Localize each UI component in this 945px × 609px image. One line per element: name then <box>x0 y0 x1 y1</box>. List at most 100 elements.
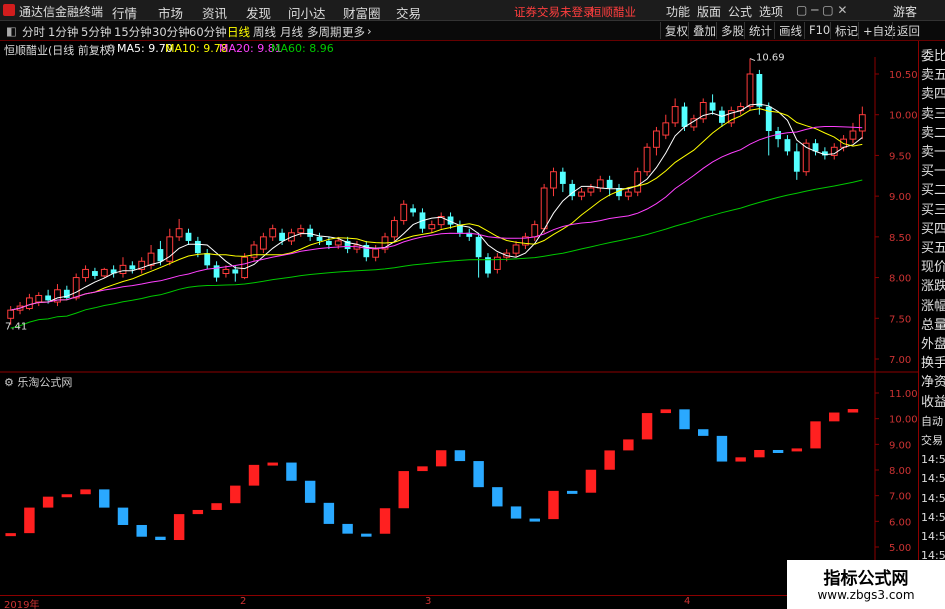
y-tick-label: 7.50 <box>889 314 911 325</box>
candle-body <box>157 249 164 262</box>
y-tick-label: 7.00 <box>889 355 911 366</box>
tab-1min[interactable]: 1分钟 <box>48 24 78 40</box>
menu-gongshi[interactable]: 公式 <box>728 3 752 20</box>
side-item: 14:56 <box>921 530 945 543</box>
tab-15min[interactable]: 15分钟 <box>114 24 152 40</box>
tab-60min[interactable]: 60分钟 <box>189 24 227 40</box>
lower-settings-icon[interactable]: ⚙ <box>4 376 14 389</box>
candle-body <box>279 232 285 241</box>
btn-back[interactable]: 返回 <box>892 22 924 39</box>
tab-more[interactable]: 更多 <box>342 24 365 40</box>
tab-5min[interactable]: 5分钟 <box>81 24 111 40</box>
candle-body <box>400 203 408 222</box>
candle-body <box>35 294 43 303</box>
candle-body <box>82 268 89 279</box>
tab-30min[interactable]: 30分钟 <box>152 24 190 40</box>
watermark-url: www.zbgs3.com <box>817 588 915 602</box>
lower-indicator-name: 乐淘公式网 <box>17 376 73 389</box>
candle-body <box>587 187 595 193</box>
lower-y-tick-label: 6.00 <box>889 517 911 528</box>
date-label-apr: 4 <box>684 596 691 607</box>
tab-multi-period[interactable]: 多周期 <box>307 24 342 40</box>
date-label-2019: 2019年 <box>4 600 40 609</box>
btn-huaxian[interactable]: 画线 <box>774 22 806 39</box>
side-item: 外盘 <box>921 337 945 352</box>
indicator-block <box>192 509 204 515</box>
indicator-block <box>735 457 746 462</box>
candle-body <box>653 130 660 148</box>
side-item: 涨跌 <box>921 279 945 295</box>
candle-body <box>334 240 342 246</box>
y-tick-label: 8.00 <box>889 274 911 285</box>
menu-caifuquan[interactable]: 财富圈 <box>343 3 381 22</box>
menu-zixun[interactable]: 资讯 <box>202 3 227 22</box>
side-item: 卖四 <box>921 87 945 103</box>
indicator-block <box>379 508 391 534</box>
indicator-block <box>136 524 147 537</box>
menu-gongneng[interactable]: 功能 <box>666 3 690 20</box>
candle-body <box>624 191 632 197</box>
side-item: 收益 <box>921 394 945 410</box>
menu-hangqing[interactable]: 行情 <box>112 3 137 22</box>
candle-body <box>204 253 211 266</box>
indicator-block <box>304 480 316 503</box>
lower-y-tick-label: 11.00 <box>889 389 918 400</box>
indicator-block <box>80 489 91 495</box>
guest-label[interactable]: 游客 <box>893 3 917 20</box>
side-item: 买三 <box>921 202 945 218</box>
settings-gear-icon[interactable]: ⚙ <box>106 42 116 55</box>
candle-body <box>578 191 585 197</box>
indicator-block <box>492 487 503 507</box>
more-chevron-icon[interactable]: › <box>367 24 372 38</box>
tab-weekly[interactable]: 周线 <box>253 24 276 40</box>
indicator-block <box>230 485 241 504</box>
window-controls[interactable]: ▢ ─ ▢ ✕ <box>796 3 847 17</box>
tab-monthly[interactable]: 月线 <box>280 24 303 40</box>
side-item: 14:56 <box>921 510 945 524</box>
indicator-block <box>173 514 185 541</box>
kline-chart[interactable]: 10.5010.009.509.008.508.007.507.0010.697… <box>0 41 918 595</box>
indicator-block <box>5 533 16 537</box>
trade-login-warning[interactable]: 证券交易未登录 <box>514 4 595 20</box>
menu-wenxiaoda[interactable]: 问小达 <box>288 3 326 22</box>
indicator-block <box>323 502 335 524</box>
candle-body <box>222 268 230 275</box>
y-tick-label: 10.50 <box>889 70 918 81</box>
period-toolbar: ◧ 分时 1分钟 5分钟 15分钟 30分钟 60分钟 日线 周线 月线 多周期… <box>0 21 945 41</box>
candle-body <box>316 236 323 241</box>
candle-body <box>681 106 688 127</box>
ma60-value: MA60: 8.96 <box>271 42 334 55</box>
side-item: 14:56 <box>921 453 945 467</box>
indicator-block <box>473 461 484 488</box>
candle-body <box>119 264 127 275</box>
app-title: 通达信金融终端 <box>19 5 104 19</box>
menu-xuanxiang[interactable]: 选项 <box>759 3 783 20</box>
indicator-block <box>585 469 597 493</box>
indicator-block <box>847 409 859 413</box>
lower-y-tick-label: 5.00 <box>889 543 911 554</box>
tab-daily[interactable]: 日线 <box>227 24 250 40</box>
indicator-block <box>623 439 634 451</box>
toolbar-toggle-icon[interactable]: ◧ <box>6 24 17 38</box>
candle-body <box>269 228 277 238</box>
indicator-block <box>342 523 353 534</box>
lower-y-tick-label: 9.00 <box>889 440 911 451</box>
menu-jiaoyi[interactable]: 交易 <box>396 3 421 22</box>
indicator-block <box>61 494 73 498</box>
side-item: 交易 <box>921 434 943 447</box>
candle-body <box>662 122 670 136</box>
candle-body <box>410 208 417 213</box>
candle-body <box>25 297 33 310</box>
candle-body <box>72 277 80 299</box>
indicator-block <box>211 503 222 510</box>
btn-tongji[interactable]: 统计 <box>744 22 776 39</box>
indicator-block <box>42 496 54 508</box>
side-item: 14:56 <box>921 472 945 486</box>
menu-banmian[interactable]: 版面 <box>697 3 721 20</box>
candle-body <box>559 171 566 184</box>
indicator-block <box>641 413 653 440</box>
candle-body <box>746 73 754 108</box>
menu-faxian[interactable]: 发现 <box>246 3 271 22</box>
menu-shichang[interactable]: 市场 <box>158 3 183 22</box>
tab-fenshi[interactable]: 分时 <box>22 24 45 40</box>
